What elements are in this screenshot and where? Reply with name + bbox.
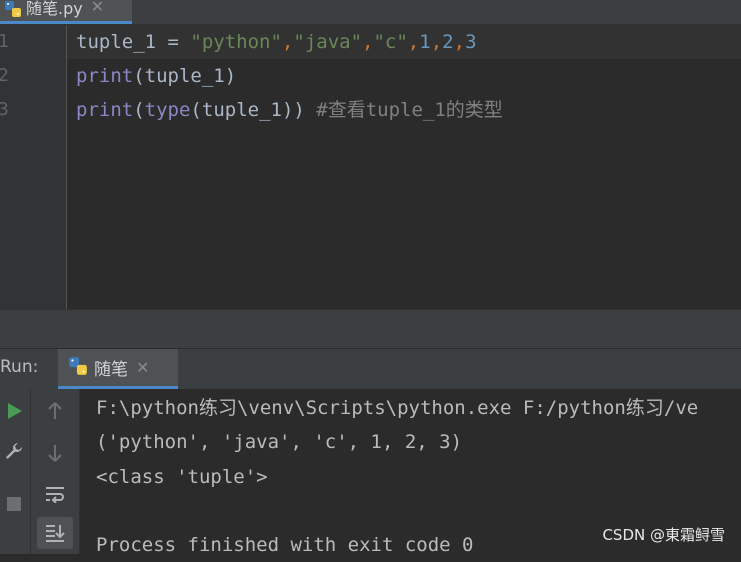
- code-token: ,: [407, 31, 420, 53]
- code-token: 3: [465, 31, 477, 53]
- panel-splitter[interactable]: [0, 309, 741, 349]
- code-token: tuple_1: [144, 65, 225, 87]
- code-line-2[interactable]: print(tuple_1): [76, 59, 236, 93]
- run-panel-header: Run: 随笔 ✕: [0, 348, 741, 390]
- code-token: )): [281, 99, 305, 121]
- code-token: "c": [373, 31, 408, 53]
- python-file-icon: [4, 0, 22, 22]
- code-token: 2: [442, 31, 454, 53]
- code-token: ,: [281, 31, 294, 53]
- run-tab-suibi[interactable]: 随笔 ✕: [58, 349, 178, 389]
- python-file-icon: [68, 356, 88, 380]
- code-token: ,: [430, 31, 443, 53]
- code-token: (: [190, 99, 202, 121]
- run-tab-label: 随笔: [94, 360, 128, 380]
- code-token: ,: [453, 31, 466, 53]
- code-token: ,: [362, 31, 374, 53]
- code-editor[interactable]: 1 2 3 tuple_1 = "python","java","c",1,2,…: [0, 25, 741, 309]
- csdn-watermark: CSDN @東霜鲟雪: [602, 526, 725, 544]
- code-token: ): [224, 65, 237, 87]
- code-token: print: [76, 65, 134, 87]
- run-toolbar-left: [0, 389, 31, 554]
- line-number: 1: [0, 31, 9, 52]
- code-token: tuple_1: [76, 31, 157, 53]
- code-token: "python": [190, 31, 282, 53]
- console-line: ('python', 'java', 'c', 1, 2, 3): [96, 431, 463, 453]
- rerun-play-icon[interactable]: [2, 399, 26, 423]
- code-token: (: [133, 65, 145, 87]
- code-token: print: [76, 99, 134, 121]
- soft-wrap-icon[interactable]: [43, 482, 67, 506]
- scroll-to-end-icon[interactable]: [37, 517, 73, 549]
- console-line: F:\python练习\venv\Scripts\python.exe F:/p…: [96, 397, 699, 419]
- editor-tab-suibi[interactable]: 随笔.py ✕: [0, 0, 132, 24]
- console-line: <class 'tuple'>: [96, 466, 268, 488]
- line-number: 2: [0, 65, 9, 86]
- code-token: type: [144, 99, 191, 121]
- run-label: Run:: [0, 357, 39, 377]
- arrow-up-icon[interactable]: [43, 399, 67, 423]
- stop-icon[interactable]: [2, 492, 26, 516]
- editor-tab-label: 随笔.py: [26, 0, 83, 18]
- close-icon[interactable]: ✕: [136, 358, 149, 377]
- code-token: (: [133, 99, 145, 121]
- console-line: Process finished with exit code 0: [96, 534, 474, 556]
- close-icon[interactable]: ✕: [91, 0, 104, 16]
- code-line-1[interactable]: tuple_1 = "python","java","c",1,2,3: [76, 25, 477, 59]
- code-comment: #查看tuple_1的类型: [304, 99, 503, 121]
- line-number-gutter: 1 2 3: [0, 25, 67, 309]
- run-toolbar-right: [31, 389, 80, 554]
- code-token: tuple_1: [201, 99, 282, 121]
- code-line-3[interactable]: print(type(tuple_1)) #查看tuple_1的类型: [76, 93, 503, 127]
- wrench-icon[interactable]: [2, 439, 26, 463]
- editor-tab-bar: 随笔.py ✕: [0, 0, 741, 25]
- code-token: "java": [293, 31, 363, 53]
- code-token: 1: [419, 31, 431, 53]
- arrow-down-icon[interactable]: [43, 441, 67, 465]
- code-token: =: [156, 31, 191, 53]
- line-number: 3: [0, 99, 9, 120]
